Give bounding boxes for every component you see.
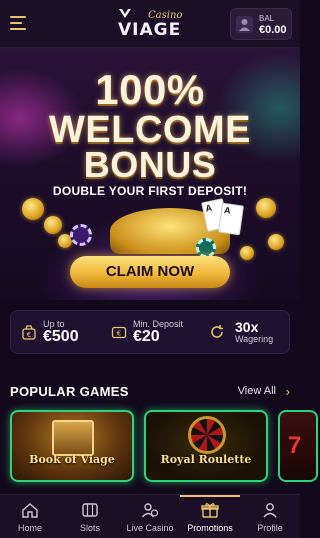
nav-item-profile[interactable]: Profile bbox=[240, 495, 300, 538]
nav-item-live-casino[interactable]: Live Casino bbox=[120, 495, 180, 538]
live-casino-icon bbox=[141, 503, 159, 518]
svg-text:€: € bbox=[117, 330, 121, 338]
view-all-link[interactable]: View All bbox=[238, 385, 276, 397]
chevron-right-icon[interactable]: › bbox=[286, 384, 290, 399]
coin-icon bbox=[44, 216, 62, 234]
min-deposit-value: €20 bbox=[133, 328, 160, 345]
user-icon bbox=[239, 19, 250, 31]
game-title: Book of Viage bbox=[29, 453, 115, 466]
wallet-icon: € bbox=[111, 326, 127, 339]
game-title: 7 bbox=[288, 432, 302, 459]
svg-text:€: € bbox=[27, 331, 31, 339]
gift-icon bbox=[201, 503, 219, 518]
nav-label: Slots bbox=[79, 523, 100, 533]
casino-logo[interactable]: Casino VIAGE bbox=[118, 8, 188, 40]
bonus-amount-info: € Up to €500 bbox=[21, 319, 101, 347]
nav-label: Promotions bbox=[187, 523, 233, 533]
poker-chip-icon bbox=[196, 238, 216, 258]
popular-games-title: POPULAR GAMES bbox=[10, 384, 129, 399]
coin-icon bbox=[256, 198, 276, 218]
coin-icon bbox=[240, 246, 254, 260]
hamburger-menu-icon[interactable] bbox=[10, 14, 28, 30]
roulette-wheel-icon bbox=[188, 416, 226, 454]
bonus-upto-value: €500 bbox=[43, 328, 79, 345]
nav-item-slots[interactable]: Slots bbox=[60, 495, 120, 538]
logo-main-text: VIAGE bbox=[118, 20, 182, 40]
welcome-bonus-banner: 100% WELCOME BONUS DOUBLE YOUR FIRST DEP… bbox=[0, 48, 300, 300]
money-bag-icon: € bbox=[22, 325, 36, 340]
game-title: Royal Roulette bbox=[160, 453, 252, 466]
logo-crown-icon bbox=[119, 9, 131, 18]
profile-icon bbox=[263, 503, 277, 518]
wagering-value: 30x bbox=[235, 319, 259, 335]
game-tile-book-of-viage[interactable]: Book of Viage bbox=[10, 410, 134, 482]
min-deposit-info: € Min. Deposit €20 bbox=[111, 319, 201, 347]
game-tile-partial[interactable]: 7 bbox=[278, 410, 318, 482]
playing-card-icon: A bbox=[218, 202, 244, 236]
game-tile-royal-roulette[interactable]: Royal Roulette bbox=[144, 410, 268, 482]
balance-widget[interactable]: BAL €0.00 bbox=[230, 8, 292, 40]
slots-icon bbox=[82, 503, 98, 517]
nav-item-promotions[interactable]: Promotions bbox=[180, 495, 240, 538]
balance-label: BAL bbox=[259, 14, 275, 23]
coin-icon bbox=[268, 234, 284, 250]
bottom-navigation: Home Slots Live Casino Promotions Profil… bbox=[0, 494, 300, 538]
nav-label: Profile bbox=[257, 523, 283, 533]
nav-label: Live Casino bbox=[126, 523, 174, 533]
wagering-label: Wagering bbox=[235, 334, 274, 344]
hero-subtitle: DOUBLE YOUR FIRST DEPOSIT! bbox=[52, 184, 248, 198]
coin-icon bbox=[22, 198, 44, 220]
bonus-info-bar: € Up to €500 € Min. Deposit €20 30x Wage… bbox=[10, 310, 290, 354]
nav-label: Home bbox=[17, 523, 42, 533]
hero-headline-bonus: BONUS bbox=[83, 144, 217, 185]
balance-value: €0.00 bbox=[259, 24, 287, 36]
book-graphic bbox=[52, 420, 94, 456]
avatar bbox=[236, 16, 253, 33]
wagering-info: 30x Wagering bbox=[209, 319, 289, 347]
active-tab-indicator bbox=[180, 495, 240, 497]
nav-item-home[interactable]: Home bbox=[0, 495, 60, 538]
home-icon bbox=[22, 503, 38, 518]
app-header: Casino VIAGE BAL €0.00 bbox=[0, 0, 300, 48]
hero-headline-percent: 100% bbox=[95, 66, 205, 113]
poker-chip-icon bbox=[70, 224, 92, 246]
claim-now-button[interactable]: CLAIM NOW bbox=[70, 256, 230, 288]
refresh-cycle-icon bbox=[211, 325, 223, 338]
